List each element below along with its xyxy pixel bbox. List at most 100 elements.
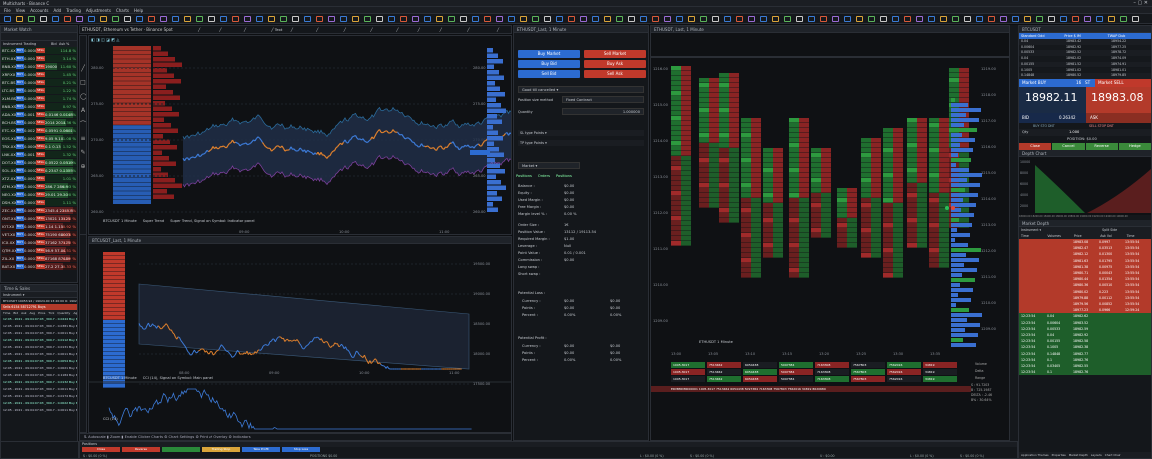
mw-buy-button[interactable]: BUY: [16, 64, 25, 69]
draw-tool-elliott[interactable]: ╱ Elliott ▾: [418, 27, 432, 33]
mw-buy-button[interactable]: BUY: [16, 72, 25, 77]
mw-sell-button[interactable]: SELL: [36, 80, 46, 85]
mw-sell-button[interactable]: SELL: [36, 168, 46, 173]
toolbar-icon[interactable]: [172, 16, 179, 22]
mw-sell-button[interactable]: SELL: [36, 96, 46, 101]
draw-tool-patterns[interactable]: ╱ Patterns ▾: [370, 27, 388, 33]
toolbar-icon[interactable]: [796, 16, 803, 22]
positions-button[interactable]: Reverse: [122, 447, 160, 452]
toolbar-icon[interactable]: [340, 16, 347, 22]
toolbar-icon[interactable]: [616, 16, 623, 22]
toolbar-icon[interactable]: [364, 16, 371, 22]
chart-bottom-toolbar[interactable]: ⇅ Autoscale ▮ Zoom ▮ Enable Clicker Char…: [79, 433, 512, 441]
toolbar-icon[interactable]: [964, 16, 971, 22]
market-select[interactable]: Market ▾: [518, 162, 580, 169]
mw-sell-button[interactable]: SELL: [36, 208, 46, 213]
draw-tool-text[interactable]: ╱ Text ▾: [271, 27, 282, 33]
toolbar-icon[interactable]: [280, 16, 287, 22]
market-watch-row[interactable]: QTM.XX BUY 0.0001 SELL 56.9 57.04 -0.51 %: [1, 247, 77, 254]
mw-sell-button[interactable]: SELL: [36, 136, 46, 141]
market-watch-row[interactable]: BTC.BS BUY 0.000001 SELL 0.21 %: [1, 79, 77, 86]
toolbar-icon[interactable]: [664, 16, 671, 22]
market-watch-row[interactable]: DOT.XX BUY 0.00001 SELL 0.0522 0.0519 1.14 %: [1, 159, 77, 166]
toolbar-icon[interactable]: [1048, 16, 1055, 22]
toolbar-icon[interactable]: [772, 16, 779, 22]
toolbar-icon[interactable]: [892, 16, 899, 22]
market-watch-row[interactable]: IOT.XX BUY 0.0001 SELL 1.14 1.15 -0.92 %: [1, 223, 77, 230]
mw-buy-button[interactable]: BUY: [16, 248, 25, 253]
draw-tool-ranges[interactable]: ╱ Ranges ▾: [219, 27, 236, 33]
depth-chart-svg[interactable]: 10000 8000 6000 4000 2000: [1019, 157, 1152, 215]
bottom-chart-svg[interactable]: 19500.00 19000.00 18500.00 18000.00 17500.00…: [89, 244, 512, 432]
toolbar-icon[interactable]: [688, 16, 695, 22]
toolbar-icon[interactable]: [196, 16, 203, 22]
bottom-tab[interactable]: Properties: [1052, 452, 1066, 458]
qty-value[interactable]: 1.000: [1069, 129, 1079, 136]
market-watch-row[interactable]: DSH.XX BUY 0.0001 SELL 1.11 %: [1, 199, 77, 206]
mw-sell-button[interactable]: SELL: [36, 152, 46, 157]
bottom-tab[interactable]: Application Themes: [1021, 452, 1049, 458]
toolbar-icon[interactable]: [436, 16, 443, 22]
toolbar-icon[interactable]: [148, 16, 155, 22]
toolbar-icon[interactable]: [904, 16, 911, 22]
market-watch-row[interactable]: XLM.BS BUY 0.00001 SELL 1.74 %: [1, 95, 77, 102]
toolbar-icon[interactable]: [592, 16, 599, 22]
toolbar-icon[interactable]: [568, 16, 575, 22]
mw-buy-button[interactable]: BUY: [16, 96, 25, 101]
positions-button[interactable]: Stop Loss: [282, 447, 320, 452]
draw-tool-drawings[interactable]: ╱ Drawings ▾: [440, 27, 460, 33]
market-watch-row[interactable]: TRX.XX BUY 0.0006 SELL 0.1 0.13 1.52 %: [1, 143, 77, 150]
toolbar-icon[interactable]: [52, 16, 59, 22]
market-watch-row[interactable]: BNB.XX BUY 0.0001 SELL 19000 11.60 %: [1, 63, 77, 70]
toolbar-icon[interactable]: [1072, 16, 1079, 22]
close-button[interactable]: Close: [1019, 143, 1052, 150]
toolbar-icon[interactable]: [484, 16, 491, 22]
market-watch-row[interactable]: XTZ.XX BUY 0.0001 SELL 1.01 %: [1, 175, 77, 182]
toolbar-icon[interactable]: [160, 16, 167, 22]
mw-sell-button[interactable]: SELL: [36, 112, 46, 117]
toolbar-icon[interactable]: [1024, 16, 1031, 22]
legend-1[interactable]: BTCUSDT 1 Minute: [103, 219, 137, 223]
mw-sell-button[interactable]: SELL: [36, 144, 46, 149]
market-watch-row[interactable]: EOS.XX BUY 0.0001 SELL 9.05 9.10 1.08 %: [1, 135, 77, 142]
bottom-tab[interactable]: Market Depth: [1069, 452, 1088, 458]
menu-item-trading[interactable]: Trading: [66, 8, 81, 13]
toolbar-icon[interactable]: [652, 16, 659, 22]
toolbar-icon[interactable]: [856, 16, 863, 22]
toolbar-icon[interactable]: [736, 16, 743, 22]
footer-tab[interactable]: Range: [975, 376, 985, 380]
toolbar-icon[interactable]: [1120, 16, 1127, 22]
menu-item-help[interactable]: Help: [134, 8, 143, 13]
toolbar-icon[interactable]: [208, 16, 215, 22]
toolbar-icon[interactable]: [1084, 16, 1091, 22]
mw-sell-button[interactable]: SELL: [36, 256, 46, 261]
mw-sell-button[interactable]: SELL: [36, 240, 46, 245]
account-tab[interactable]: Positions: [556, 174, 572, 178]
toolbar-icon[interactable]: [952, 16, 959, 22]
bottom-tab[interactable]: Chart Chair: [1105, 452, 1121, 458]
mw-buy-button[interactable]: BUY: [16, 264, 25, 269]
mw-sell-button[interactable]: SELL: [36, 232, 46, 237]
account-tab[interactable]: Positions: [516, 174, 532, 178]
buy-ask-button[interactable]: Buy Ask: [584, 60, 646, 68]
toolbar-icon[interactable]: [976, 16, 983, 22]
toolbar-icon[interactable]: [808, 16, 815, 22]
market-watch-row[interactable]: ONT.XX BUY 0.0001 SELL 13021 13125 -0.28 %: [1, 215, 77, 222]
mw-sell-button[interactable]: SELL: [36, 88, 46, 93]
market-watch-row[interactable]: ETC.XX BUY 0.002 SELL 0.0591 0.0601 1.15 %: [1, 127, 77, 134]
toolbar-icon[interactable]: [628, 16, 635, 22]
toolbar-icon[interactable]: [532, 16, 539, 22]
market-watch-row[interactable]: BTC.XX BUY 0.00001 SELL 114.8 %: [1, 47, 77, 54]
mw-sell-button[interactable]: SELL: [36, 128, 46, 133]
market-sell-button[interactable]: Market SELL: [1095, 79, 1151, 87]
menu-item-add[interactable]: Add: [53, 8, 61, 13]
toolbar-icon[interactable]: [580, 16, 587, 22]
toolbar-icon[interactable]: [244, 16, 251, 22]
buy-bid-button[interactable]: Buy Bid: [518, 60, 580, 68]
mw-sell-button[interactable]: SELL: [36, 48, 46, 53]
toolbar-icon[interactable]: [868, 16, 875, 22]
mw-buy-button[interactable]: BUY: [16, 120, 25, 125]
quantity-field[interactable]: 1.000000: [562, 108, 644, 115]
mw-buy-button[interactable]: BUY: [16, 48, 25, 53]
toolbar-icon[interactable]: [352, 16, 359, 22]
